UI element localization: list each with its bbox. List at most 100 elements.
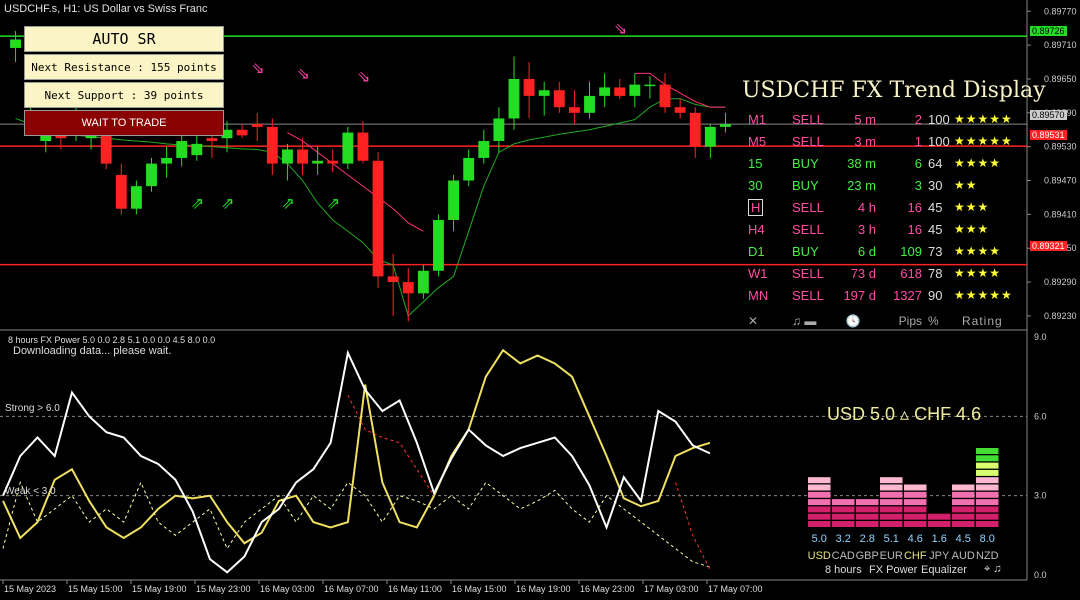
current-price-tag: 0.89570 <box>1030 110 1067 120</box>
sell-arrow-icon: ⇘ <box>357 67 370 86</box>
duration-label: 23 m <box>847 177 876 193</box>
rating-header: Rating <box>962 314 1003 328</box>
rating-stars: ★★★★ <box>954 244 1002 258</box>
equalizer-bar-segment <box>976 499 999 506</box>
pips-value: 1 <box>914 133 922 149</box>
equalizer-value-label: 1.6 <box>932 533 947 545</box>
equalizer-bar-segment <box>976 513 999 520</box>
equalizer-currency-label: CHF <box>904 550 927 562</box>
selected-timeframe[interactable]: H <box>748 198 764 216</box>
equalizer-bar-segment <box>904 521 927 527</box>
candle-body <box>508 78 520 119</box>
buy-arrow-icon: ⇗ <box>327 194 340 213</box>
equalizer-bar-segment <box>928 521 951 527</box>
equalizer-value-label: 4.5 <box>956 533 971 545</box>
equalizer-bar-segment <box>952 521 975 527</box>
mid-price-tag: 0.89531 <box>1030 130 1067 140</box>
equalizer-bar-segment <box>976 455 999 462</box>
auto-sr-title[interactable]: AUTO SR <box>24 26 224 52</box>
trend-row[interactable]: 30 BUY 23 m 3 30 ★★ <box>744 174 1038 196</box>
candle-body <box>433 220 444 271</box>
period-label[interactable]: 8 hours <box>825 564 862 576</box>
trade-status-button[interactable]: WAIT TO TRADE <box>24 110 224 136</box>
equalizer-bar-segment <box>904 499 927 506</box>
trend-row[interactable]: W1 SELL 73 d 618 78 ★★★★ <box>744 262 1038 284</box>
candle-body <box>372 160 384 277</box>
candle-body <box>720 124 731 127</box>
rating-stars: ★★★ <box>954 200 990 214</box>
pips-header: Pips <box>898 314 922 328</box>
trend-display-table: M1 SELL 5 m 2 100 ★★★★★ M5 SELL 3 m 1 100 ★★★★★ 15 BU… <box>744 108 1038 332</box>
rating-stars: ★★★ <box>954 222 990 236</box>
duration-label: 3 h <box>857 221 876 237</box>
usd-chf-strength: USD 5.0 ▵ CHF 4.6 <box>827 404 982 424</box>
fx-power-label[interactable]: FX Power <box>869 564 917 576</box>
trend-row[interactable]: 15 BUY 38 m 6 64 ★★★★ <box>744 152 1038 174</box>
close-icon[interactable]: ✕ <box>744 306 792 332</box>
equalizer-bar-segment <box>928 513 951 520</box>
x-tick-label: 16 May 15:00 <box>452 584 507 594</box>
x-tick-label: 16 May 19:00 <box>516 584 571 594</box>
timeframe-label: D1 <box>748 243 765 259</box>
candle-body <box>130 186 142 209</box>
percent-value: 30 <box>928 177 943 193</box>
candle-body <box>327 160 339 164</box>
trend-row[interactable]: H4 SELL 3 h 16 45 ★★★ <box>744 218 1038 240</box>
equalizer-value-label: 5.1 <box>884 533 899 545</box>
duration-label: 38 m <box>847 155 876 171</box>
candle-body <box>523 78 535 96</box>
equalizer-bar-segment <box>976 448 999 454</box>
equalizer-bar-segment <box>976 521 999 527</box>
signal-label: BUY <box>792 177 819 193</box>
buy-arrow-icon: ⇗ <box>221 194 234 213</box>
y-tick-label: 0.89650 <box>1044 74 1077 84</box>
sub-y-tick-label: 0.0 <box>1034 570 1047 580</box>
candle-body <box>614 87 626 96</box>
percent-value: 78 <box>928 265 943 281</box>
candle-body <box>176 141 188 158</box>
trend-row[interactable]: H SELL 4 h 16 45 ★★★ <box>744 196 1038 218</box>
equalizer-bar-segment <box>832 499 855 506</box>
trend-row[interactable]: M1 SELL 5 m 2 100 ★★★★★ <box>744 108 1038 130</box>
sub-y-tick-label: 6.0 <box>1034 411 1047 421</box>
signal-label: SELL <box>792 287 824 303</box>
percent-header: % <box>928 314 939 328</box>
y-tick-label: 0.89770 <box>1044 6 1077 16</box>
signal-label: SELL <box>792 221 824 237</box>
equalizer-bar-segment <box>808 521 831 527</box>
trend-row[interactable]: MN SELL 197 d 1327 90 ★★★★★ <box>744 284 1038 306</box>
percent-value: 90 <box>928 287 943 303</box>
pips-value: 109 <box>900 243 922 259</box>
y-tick-label: 0.89530 <box>1044 142 1077 152</box>
trend-row[interactable]: M5 SELL 3 m 1 100 ★★★★★ <box>744 130 1038 152</box>
settings-icon[interactable]: ⌖ ♫ <box>984 563 1002 576</box>
trend-row[interactable]: D1 BUY 6 d 109 73 ★★★★ <box>744 240 1038 262</box>
candle-body <box>478 141 490 158</box>
y-tick-label: 0.89710 <box>1044 40 1077 50</box>
duration-label: 6 d <box>857 243 876 259</box>
support-price-tag: 0.89321 <box>1030 241 1067 251</box>
sell-arrow-icon: ⇘ <box>251 58 264 77</box>
equalizer-value-label: 8.0 <box>980 533 995 545</box>
equalizer-currency-label: NZD <box>976 550 999 562</box>
signal-label: BUY <box>792 243 819 259</box>
equalizer-bar-segment <box>904 484 927 491</box>
candle-body <box>342 132 354 164</box>
percent-value: 45 <box>928 199 943 215</box>
equalizer-label[interactable]: Equalizer <box>921 564 967 576</box>
equalizer-bar-segment <box>952 499 975 506</box>
candle-body <box>674 107 686 113</box>
candle-body <box>659 84 671 108</box>
x-tick-label: 16 May 23:00 <box>580 584 635 594</box>
auto-sr-panel: AUTO SR Next Resistance : 155 points Nex… <box>24 26 224 138</box>
equalizer-bar-segment <box>856 521 879 527</box>
timeframe-label: W1 <box>748 265 768 281</box>
timeframe-label: M1 <box>748 111 767 127</box>
sell-arrow-icon: ⇘ <box>614 19 627 38</box>
y-tick-label: 0.89470 <box>1044 176 1077 186</box>
candle-body <box>146 163 157 187</box>
equalizer-value-label: 3.2 <box>836 533 851 545</box>
sound-icon[interactable]: ♫ ▬ <box>792 306 830 332</box>
rating-stars: ★★★★ <box>954 156 1002 170</box>
trend-display-title: USDCHF FX Trend Display <box>742 78 1046 103</box>
